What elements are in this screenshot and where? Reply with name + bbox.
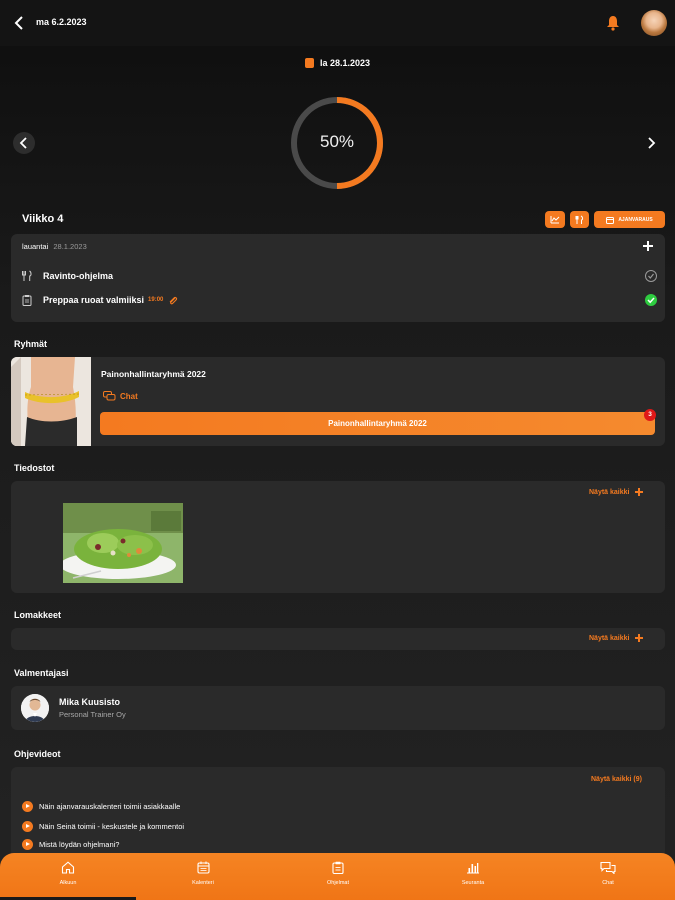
video-title: Näin Seinä toimii - keskustele ja kommen… <box>39 822 185 831</box>
video-item[interactable]: Näin Seinä toimii - keskustele ja kommen… <box>22 821 184 832</box>
next-day-button[interactable] <box>640 132 662 154</box>
videos-card: Näytä kaikki (9) Näin ajanvarauskalenter… <box>11 767 665 857</box>
nav-programs[interactable]: Ohjelmat <box>303 861 373 886</box>
task-time: 19:00 <box>148 297 164 303</box>
nav-label: Ohjelmat <box>326 880 349 886</box>
paperclip-icon <box>170 296 178 304</box>
day-card-weekday: lauantai <box>22 242 49 251</box>
video-title: Mistä löydän ohjelmani? <box>39 840 120 849</box>
forms-show-all-label: Näytä kaikki <box>589 634 630 642</box>
selected-day: la 28.1.2023 <box>305 58 370 68</box>
nav-label: Chat <box>602 880 614 886</box>
coach-company: Personal Trainer Oy <box>59 710 126 719</box>
files-show-all-label: Näytä kaikki <box>589 488 630 496</box>
coach-name: Mika Kuusisto <box>59 697 121 707</box>
task-pending-icon[interactable] <box>645 270 657 282</box>
video-item[interactable]: Mistä löydän ohjelmani? <box>22 839 119 850</box>
task-label: Ravinto-ohjelma <box>43 271 114 281</box>
back-arrow-icon[interactable] <box>12 14 28 32</box>
day-card-header: lauantai 28.1.2023 <box>22 242 87 251</box>
files-title: Tiedostot <box>14 463 55 473</box>
chart-icon <box>467 863 479 874</box>
chat-icon <box>600 861 616 874</box>
group-image <box>11 357 91 446</box>
video-title: Näin ajanvarauskalenteri toimii asiakkaa… <box>39 802 181 811</box>
progress-percent: 50% <box>319 132 355 151</box>
files-card: Näytä kaikki <box>11 481 665 593</box>
chart-icon <box>550 216 560 224</box>
chat-icon <box>103 391 116 401</box>
play-icon <box>22 801 33 812</box>
task-label: Preppaa ruoat valmiiksi <box>43 295 145 305</box>
chat-link-label: Chat <box>120 391 138 401</box>
day-card-date: 28.1.2023 <box>53 242 87 251</box>
forms-title: Lomakkeet <box>14 610 62 620</box>
add-task-icon[interactable] <box>643 241 653 251</box>
food-icon <box>575 215 584 224</box>
play-icon <box>22 839 33 850</box>
add-file-icon[interactable] <box>635 488 644 496</box>
coach-title: Valmentajasi <box>14 668 69 678</box>
nav-calendar[interactable]: Kalenteri <box>168 861 238 886</box>
add-form-icon[interactable] <box>635 634 644 642</box>
forms-card: Näytä kaikki <box>11 628 665 650</box>
bottom-navigation: Alkuun Kalenteri Ohjelmat Seuranta Chat <box>0 853 675 900</box>
nav-home[interactable]: Alkuun <box>33 861 103 886</box>
home-icon <box>61 861 75 874</box>
notification-badge: 3 <box>644 409 656 421</box>
videos-show-all-link[interactable]: Näytä kaikki (9) <box>591 776 642 783</box>
food-icon <box>22 270 32 281</box>
chevron-left-icon <box>19 137 27 149</box>
day-card: lauantai 28.1.2023 Ravinto-ohjelma Prepp… <box>11 234 665 322</box>
file-thumbnail[interactable] <box>63 503 183 583</box>
nav-tracking[interactable]: Seuranta <box>438 861 508 886</box>
video-item[interactable]: Näin ajanvarauskalenteri toimii asiakkaa… <box>22 801 180 812</box>
bell-icon[interactable] <box>606 15 620 31</box>
groups-title: Ryhmät <box>14 339 48 349</box>
coach-avatar <box>21 694 49 722</box>
selected-day-label: la 28.1.2023 <box>320 58 371 68</box>
previous-day-button[interactable] <box>13 132 35 154</box>
chevron-right-icon <box>648 137 656 149</box>
clipboard-icon <box>332 861 344 874</box>
user-avatar[interactable] <box>641 10 667 36</box>
open-group-button[interactable]: Painonhallintaryhmä 2022 <box>100 412 655 435</box>
task-row[interactable]: Ravinto-ohjelma <box>21 267 657 285</box>
nav-label: Seuranta <box>461 880 485 886</box>
header-date: ma 6.2.2023 <box>36 17 87 27</box>
nav-label: Alkuun <box>59 880 77 886</box>
top-bar: ma 6.2.2023 <box>0 0 675 46</box>
nav-chat[interactable]: Chat <box>573 861 643 886</box>
coach-card[interactable]: Mika Kuusisto Personal Trainer Oy <box>11 686 665 730</box>
group-name: Painonhallintaryhmä 2022 <box>101 369 206 379</box>
group-chat-link[interactable]: Chat <box>103 391 138 401</box>
booking-button-label: AJANVARAUS <box>618 216 653 223</box>
videos-title: Ohjevideot <box>14 749 61 759</box>
forms-show-all-link[interactable]: Näytä kaikki <box>589 634 644 642</box>
booking-button[interactable]: AJANVARAUS <box>594 211 665 228</box>
week-title: Viikko 4 <box>22 213 64 225</box>
play-icon <box>22 821 33 832</box>
calendar-icon <box>305 58 314 68</box>
task-done-icon[interactable] <box>645 294 657 306</box>
stats-button[interactable] <box>545 211 565 228</box>
clipboard-icon <box>22 295 32 306</box>
calendar-icon <box>606 216 615 224</box>
task-row[interactable]: Preppaa ruoat valmiiksi 19:00 <box>21 291 657 309</box>
files-show-all-link[interactable]: Näytä kaikki <box>589 488 644 496</box>
nav-label: Kalenteri <box>192 880 214 886</box>
calendar-icon <box>196 861 210 874</box>
nutrition-button[interactable] <box>570 211 589 228</box>
group-card[interactable]: Painonhallintaryhmä 2022 Chat Painonhall… <box>11 357 665 446</box>
